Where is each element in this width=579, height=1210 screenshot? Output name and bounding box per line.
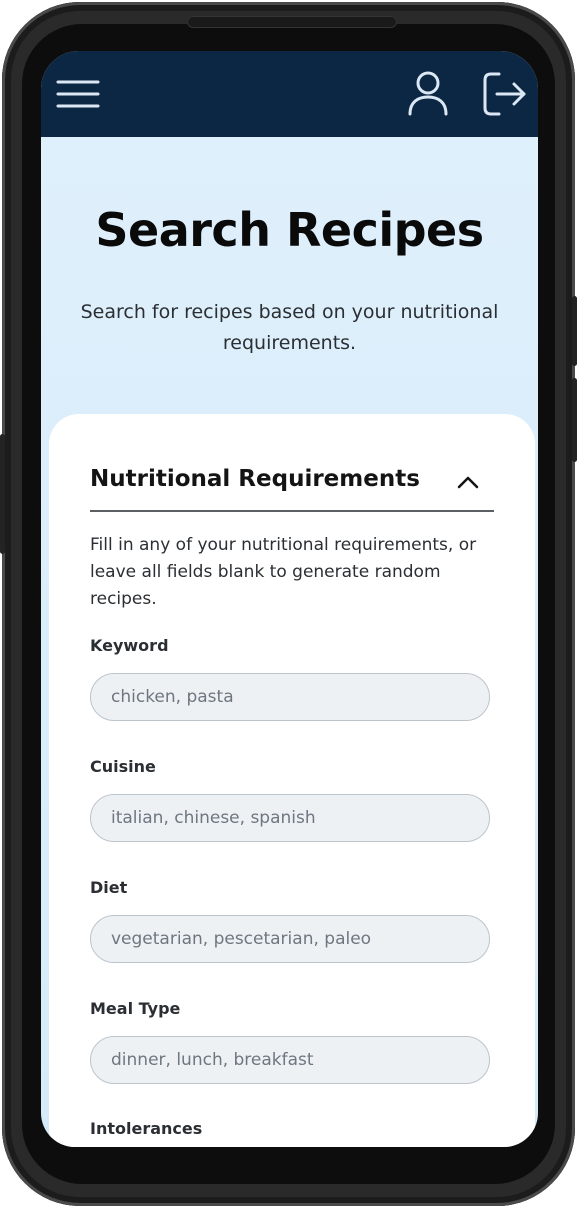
speaker-grille	[187, 16, 397, 28]
page-title: Search Recipes	[95, 203, 484, 257]
cuisine-input[interactable]	[90, 794, 490, 842]
nutritional-requirements-header[interactable]: Nutritional Requirements	[90, 464, 494, 512]
search-form-card: Nutritional Requirements Fill in any of …	[49, 414, 535, 1147]
app-screen: Search Recipes Search for recipes based …	[41, 51, 538, 1147]
chevron-up-icon[interactable]	[454, 470, 482, 494]
keyword-label: Keyword	[90, 636, 169, 655]
meal-type-label: Meal Type	[90, 999, 181, 1018]
side-button	[572, 378, 577, 462]
keyword-input[interactable]	[90, 673, 490, 721]
diet-input[interactable]	[90, 915, 490, 963]
meal-type-input[interactable]	[90, 1036, 490, 1084]
cuisine-label: Cuisine	[90, 757, 156, 776]
volume-button	[0, 434, 5, 554]
intolerances-label: Intolerances	[90, 1119, 203, 1138]
section-title: Nutritional Requirements	[90, 466, 420, 492]
top-app-bar	[41, 51, 538, 137]
diet-label: Diet	[90, 878, 128, 897]
user-profile-icon[interactable]	[403, 69, 453, 119]
hamburger-menu-icon[interactable]	[53, 69, 103, 119]
logout-icon[interactable]	[479, 69, 529, 119]
page-subtitle: Search for recipes based on your nutriti…	[80, 301, 499, 354]
power-button	[572, 296, 577, 366]
helper-text: Fill in any of your nutritional requirem…	[90, 535, 477, 609]
